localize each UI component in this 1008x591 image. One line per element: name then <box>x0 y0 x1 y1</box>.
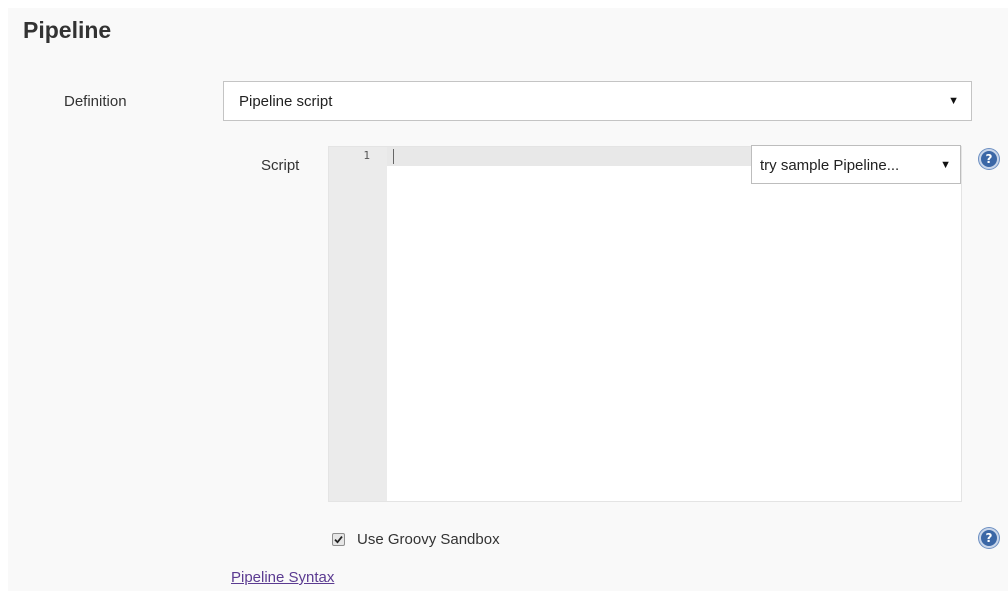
definition-select-value: Pipeline script <box>239 93 333 110</box>
sandbox-label: Use Groovy Sandbox <box>357 531 500 548</box>
dropdown-arrow-icon: ▼ <box>940 159 951 171</box>
pipeline-syntax-link[interactable]: Pipeline Syntax <box>231 569 334 586</box>
definition-label: Definition <box>64 93 127 110</box>
dropdown-arrow-icon: ▼ <box>948 95 959 107</box>
text-cursor <box>393 149 394 164</box>
definition-select[interactable]: Pipeline script ▼ <box>223 81 972 121</box>
sandbox-checkbox[interactable] <box>332 533 345 546</box>
script-editor[interactable]: 1 <box>328 146 962 502</box>
sample-pipeline-select[interactable]: try sample Pipeline... ▼ <box>751 145 961 184</box>
script-code-area[interactable] <box>387 166 961 501</box>
question-mark-icon[interactable]: ? <box>979 528 999 548</box>
question-mark-icon[interactable]: ? <box>979 149 999 169</box>
sample-pipeline-select-value: try sample Pipeline... <box>760 157 900 174</box>
line-number: 1 <box>363 149 370 162</box>
script-label: Script <box>261 157 300 174</box>
line-number-gutter: 1 <box>329 147 387 501</box>
checkmark-icon <box>334 536 343 544</box>
section-title: Pipeline <box>23 17 112 43</box>
